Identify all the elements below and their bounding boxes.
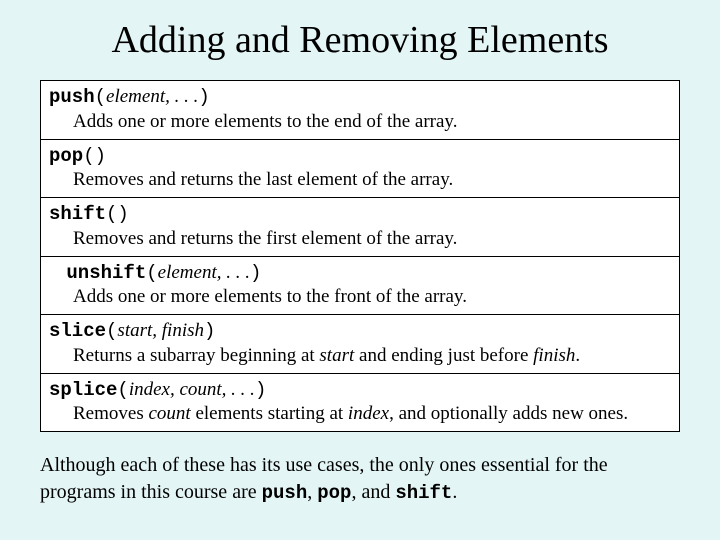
paren-open: (	[95, 86, 106, 108]
method-name: slice	[49, 320, 106, 342]
table-row: unshift(element, . . .) Adds one or more…	[41, 256, 680, 315]
table-row: shift() Removes and returns the first el…	[41, 198, 680, 257]
footer-text: , and	[351, 481, 395, 503]
signature-shift: shift()	[49, 203, 129, 225]
method-desc: Removes count elements starting at index…	[49, 402, 671, 426]
desc-text: Adds one or more elements to the end of …	[73, 111, 457, 132]
page-title: Adding and Removing Elements	[40, 18, 680, 62]
method-args: element, . . .	[158, 262, 250, 283]
method-name: unshift	[66, 262, 146, 284]
signature-splice: splice(index, count, . . .)	[49, 379, 266, 401]
method-name: push	[49, 86, 95, 108]
table-row: slice(start, finish) Returns a subarray …	[41, 315, 680, 374]
slide: Adding and Removing Elements push(elemen…	[0, 0, 720, 507]
method-desc: Adds one or more elements to the front o…	[49, 285, 671, 309]
method-desc: Removes and returns the first element of…	[49, 227, 671, 251]
footer-text: .	[452, 481, 457, 503]
method-desc: Returns a subarray beginning at start an…	[49, 344, 671, 368]
paren-close: )	[250, 262, 261, 284]
desc-text: and ending just before	[354, 345, 533, 366]
footer-note: Although each of these has its use cases…	[40, 452, 680, 507]
desc-text: .	[575, 345, 580, 366]
footer-code: push	[262, 482, 308, 504]
desc-text: Adds one or more elements to the front o…	[73, 286, 467, 307]
method-desc: Adds one or more elements to the end of …	[49, 110, 671, 134]
desc-text: elements starting at	[191, 403, 348, 424]
desc-text: Returns a subarray beginning at	[73, 345, 319, 366]
paren-close: )	[198, 86, 209, 108]
desc-text: Removes and returns the first element of…	[73, 228, 457, 249]
signature-pop: pop()	[49, 145, 106, 167]
method-args: start, finish	[117, 320, 204, 341]
signature-unshift: unshift(element, . . .)	[55, 262, 261, 284]
table-row: splice(index, count, . . .) Removes coun…	[41, 373, 680, 432]
method-name: shift	[49, 203, 106, 225]
table-row: pop() Removes and returns the last eleme…	[41, 139, 680, 198]
methods-table: push(element, . . .) Adds one or more el…	[40, 80, 680, 432]
paren-open: (	[106, 320, 117, 342]
footer-text: ,	[307, 481, 317, 503]
desc-italic: start	[319, 345, 354, 366]
desc-text: Removes and returns the last element of …	[73, 169, 453, 190]
method-args: element, . . .	[106, 86, 198, 107]
signature-slice: slice(start, finish)	[49, 320, 215, 342]
footer-code: shift	[395, 482, 452, 504]
paren-open: (	[146, 262, 157, 284]
desc-italic: count	[148, 403, 190, 424]
desc-text: Removes	[73, 403, 148, 424]
method-args: index, count, . . .	[129, 379, 255, 400]
footer-code: pop	[317, 482, 351, 504]
desc-italic: finish	[533, 345, 575, 366]
method-desc: Removes and returns the last element of …	[49, 168, 671, 192]
paren-close: )	[255, 379, 266, 401]
paren-close: )	[204, 320, 215, 342]
signature-push: push(element, . . .)	[49, 86, 210, 108]
table-row: push(element, . . .) Adds one or more el…	[41, 81, 680, 140]
desc-text: , and optionally adds new ones.	[389, 403, 628, 424]
method-name: splice	[49, 379, 117, 401]
paren-open: (	[117, 379, 128, 401]
desc-italic: index	[348, 403, 389, 424]
paren-open: ()	[106, 203, 129, 225]
paren-open: ()	[83, 145, 106, 167]
method-name: pop	[49, 145, 83, 167]
